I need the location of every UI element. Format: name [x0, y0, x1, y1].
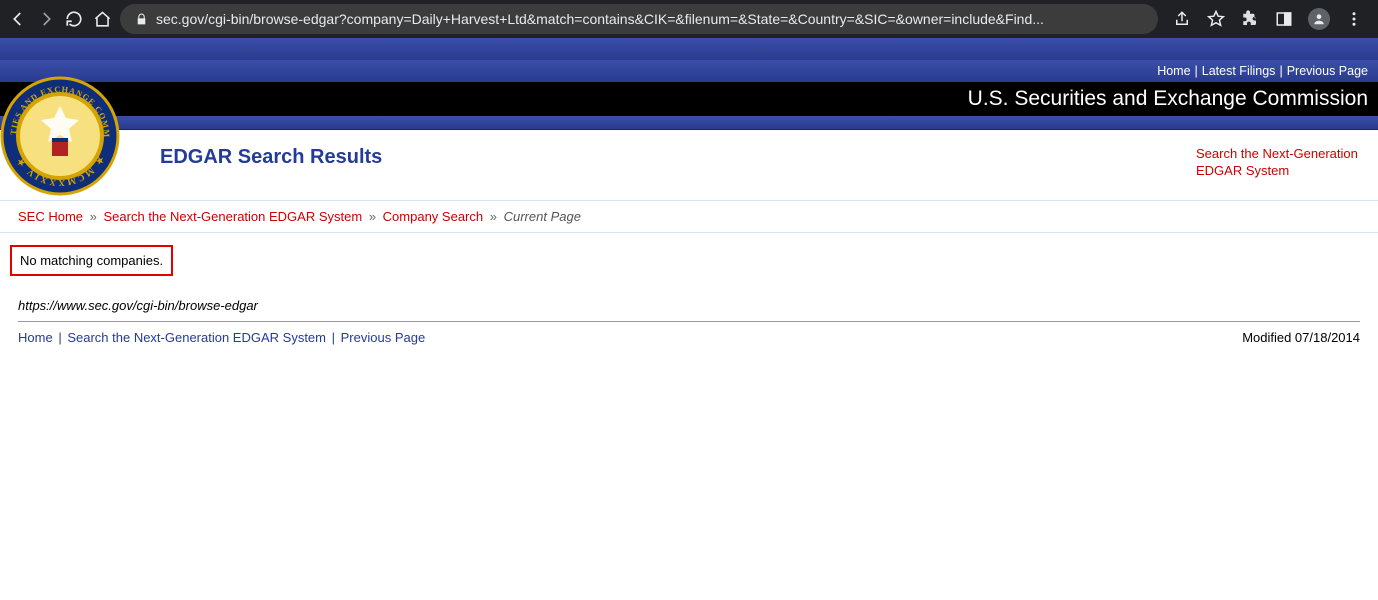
- no-match-message: No matching companies.: [10, 245, 173, 276]
- nav-sep: |: [1279, 64, 1282, 78]
- bc-next-gen[interactable]: Search the Next-Generation EDGAR System: [104, 209, 363, 224]
- footer-modified: Modified 07/18/2014: [1242, 330, 1360, 345]
- banner-top-stripe: [0, 38, 1378, 60]
- title-row: EDGAR Search Results Search the Next-Gen…: [0, 130, 1378, 200]
- extensions-icon[interactable]: [1240, 9, 1260, 29]
- bookmark-star-icon[interactable]: [1206, 9, 1226, 29]
- bc-sec-home[interactable]: SEC Home: [18, 209, 83, 224]
- bc-sep: »: [369, 209, 376, 224]
- sec-banner: Home | Latest Filings | Previous Page U.…: [0, 38, 1378, 130]
- reload-button[interactable]: [64, 9, 84, 29]
- share-icon[interactable]: [1172, 9, 1192, 29]
- kebab-menu-icon[interactable]: [1344, 9, 1364, 29]
- home-button[interactable]: [92, 9, 112, 29]
- footer-links: Home | Search the Next-Generation EDGAR …: [18, 330, 425, 345]
- footer-previous-link[interactable]: Previous Page: [341, 330, 426, 345]
- bc-sep: »: [490, 209, 497, 224]
- browser-toolbar: sec.gov/cgi-bin/browse-edgar?company=Dai…: [0, 0, 1378, 38]
- footer-next-gen-link[interactable]: Search the Next-Generation EDGAR System: [67, 330, 326, 345]
- title-right-link-box: Search the Next-Generation EDGAR System: [1196, 146, 1366, 180]
- footer-home-link[interactable]: Home: [18, 330, 53, 345]
- browser-right-controls: [1166, 8, 1370, 30]
- footer-row: Home | Search the Next-Generation EDGAR …: [0, 326, 1378, 349]
- url-text: sec.gov/cgi-bin/browse-edgar?company=Dai…: [156, 11, 1144, 27]
- bc-current: Current Page: [504, 209, 581, 224]
- org-title: U.S. Securities and Exchange Commission: [968, 87, 1368, 111]
- page-title: EDGAR Search Results: [160, 146, 382, 169]
- nav-previous-link[interactable]: Previous Page: [1287, 64, 1368, 78]
- profile-avatar[interactable]: [1308, 8, 1330, 30]
- address-bar[interactable]: sec.gov/cgi-bin/browse-edgar?company=Dai…: [120, 4, 1158, 34]
- back-button[interactable]: [8, 9, 28, 29]
- url-line: https://www.sec.gov/cgi-bin/browse-edgar: [18, 298, 1360, 313]
- next-gen-link[interactable]: Search the Next-Generation EDGAR System: [1196, 146, 1358, 178]
- banner-bottom-stripe: [0, 116, 1378, 130]
- footer-sep: |: [58, 330, 61, 345]
- bc-company-search[interactable]: Company Search: [383, 209, 483, 224]
- banner-nav: Home | Latest Filings | Previous Page: [0, 60, 1378, 82]
- bc-sep: »: [90, 209, 97, 224]
- nav-latest-link[interactable]: Latest Filings: [1202, 64, 1276, 78]
- panel-icon[interactable]: [1274, 9, 1294, 29]
- nav-home-link[interactable]: Home: [1157, 64, 1190, 78]
- forward-button[interactable]: [36, 9, 56, 29]
- banner-black-band: U.S. Securities and Exchange Commission: [0, 82, 1378, 116]
- sec-seal-icon: SECURITIES AND EXCHANGE COMMISSION ★ MCM…: [0, 76, 120, 196]
- nav-sep: |: [1195, 64, 1198, 78]
- footer-divider: [18, 321, 1360, 322]
- lock-icon: [134, 12, 148, 26]
- footer-sep: |: [332, 330, 335, 345]
- breadcrumb: SEC Home » Search the Next-Generation ED…: [0, 200, 1378, 233]
